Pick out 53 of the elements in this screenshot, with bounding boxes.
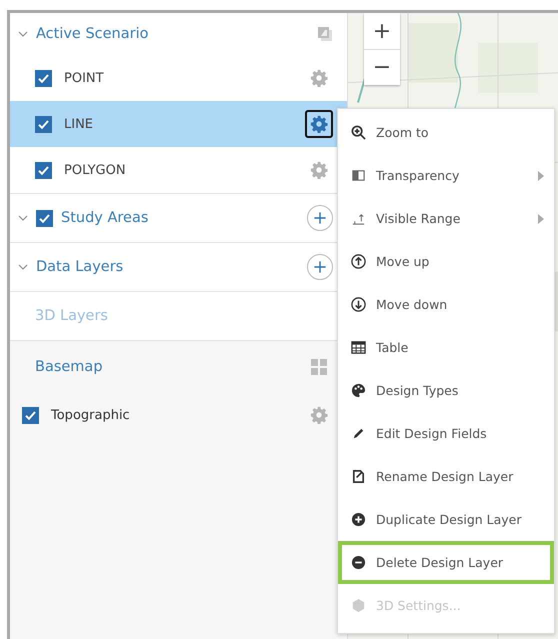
minus-circle-icon — [351, 555, 366, 570]
section-title[interactable]: Data Layers — [36, 259, 299, 275]
checkbox[interactable] — [35, 162, 52, 178]
gear-icon[interactable] — [310, 161, 328, 179]
layer-name: POLYGON — [64, 162, 127, 178]
layers-icon[interactable] — [317, 26, 333, 42]
gear-icon[interactable] — [310, 406, 328, 424]
checkbox[interactable] — [35, 70, 52, 86]
basemap-title: Basemap — [35, 359, 104, 375]
checkbox[interactable] — [36, 210, 53, 226]
submenu-arrow-icon — [538, 170, 544, 180]
page-pen-icon — [351, 469, 366, 484]
add-button[interactable] — [307, 205, 333, 231]
menu-item[interactable]: Visible Range — [338, 197, 554, 240]
layer-name: LINE — [64, 116, 94, 132]
section-title[interactable]: Study Areas — [61, 210, 299, 226]
checkbox[interactable] — [22, 406, 39, 424]
magnifier-icon — [351, 125, 366, 140]
section-title[interactable]: Active Scenario — [36, 26, 309, 42]
layer-name: Topographic — [51, 408, 131, 422]
range-icon — [351, 211, 366, 226]
palette-icon — [351, 383, 366, 398]
chevron-icon[interactable] — [18, 29, 28, 39]
menu-item[interactable]: Rename Design Layer — [338, 455, 554, 498]
zoom-out-button[interactable]: − — [364, 49, 400, 85]
half-square-icon — [351, 168, 366, 183]
layer-name: POINT — [64, 70, 105, 86]
gear-icon[interactable] — [310, 69, 328, 87]
menu-item[interactable]: Duplicate Design Layer — [338, 498, 554, 541]
menu-item[interactable]: Move down — [338, 283, 554, 326]
checkbox[interactable] — [35, 116, 52, 132]
arrow-down-icon — [351, 297, 366, 312]
pencil-icon — [351, 426, 366, 441]
plus-icon — [313, 260, 327, 274]
menu-item[interactable]: Table — [338, 326, 554, 369]
chevron-icon[interactable] — [18, 262, 28, 272]
add-button[interactable] — [307, 254, 333, 280]
menu-item[interactable]: Delete Design Layer — [338, 541, 554, 584]
plus-icon — [313, 211, 327, 225]
gallery-icon[interactable] — [311, 359, 327, 375]
plus-circle-icon — [351, 512, 366, 527]
submenu-arrow-icon — [538, 214, 544, 224]
zoom-in-button[interactable]: + — [364, 13, 400, 49]
chevron-icon[interactable] — [18, 213, 28, 223]
gear-icon[interactable] — [310, 115, 328, 133]
arrow-up-icon — [351, 254, 366, 269]
layer-row[interactable]: POINT — [10, 55, 347, 101]
menu-item[interactable]: Edit Design Fields — [338, 412, 554, 455]
table-icon — [351, 340, 366, 355]
layer-row[interactable]: LINE — [10, 101, 347, 147]
menu-item[interactable]: Move up — [338, 240, 554, 283]
menu-item[interactable]: Design Types — [338, 369, 554, 412]
hexagon-icon — [351, 598, 366, 613]
